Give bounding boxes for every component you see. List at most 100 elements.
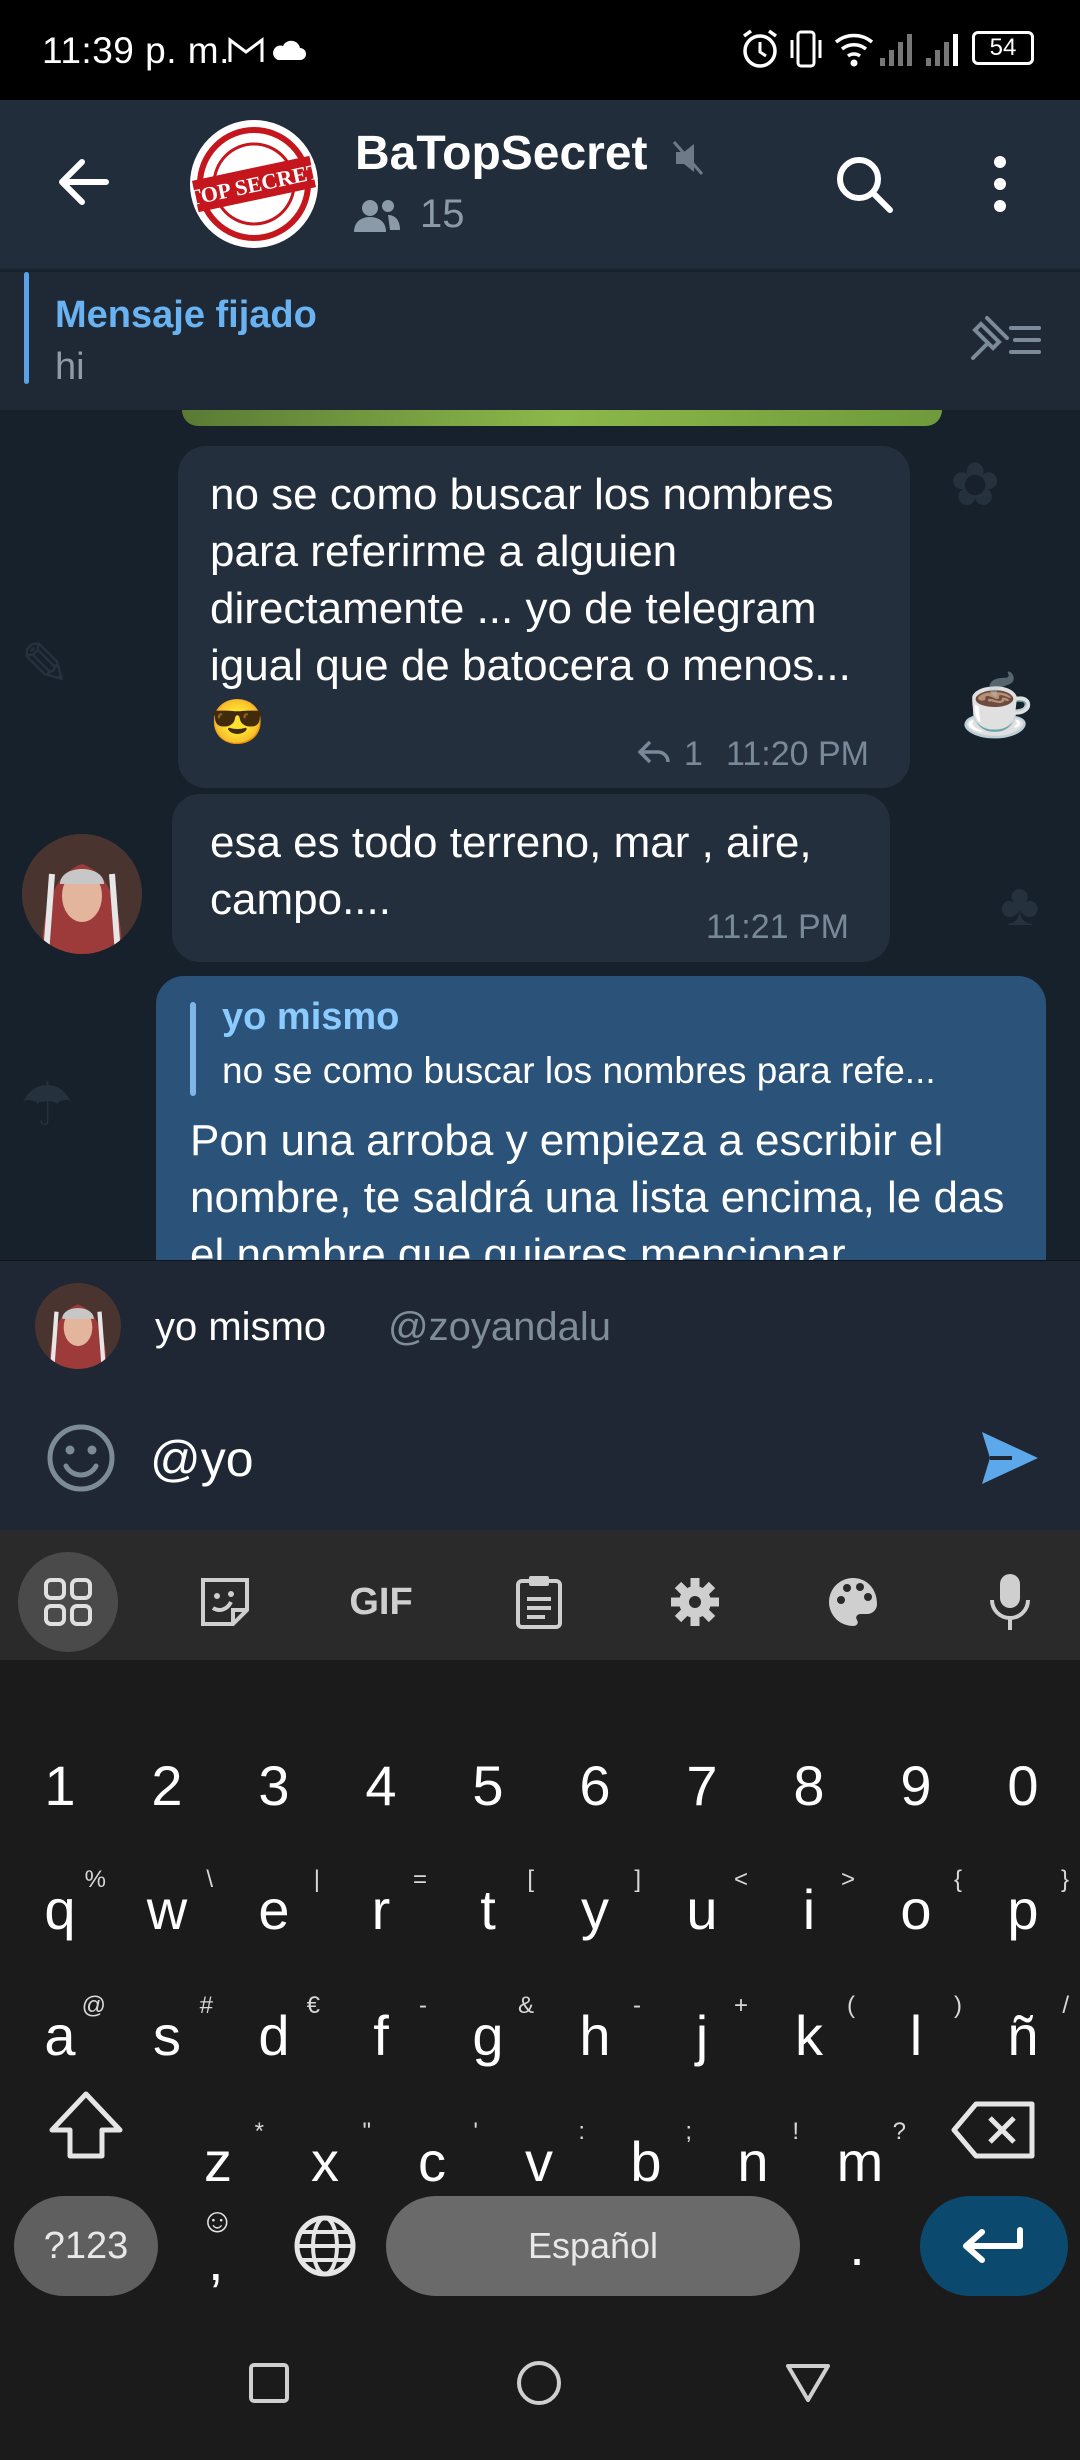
key-label: v [525,2130,553,2193]
language-key[interactable] [280,2196,370,2296]
wifi-icon [834,33,874,67]
pinned-message-bar[interactable]: Mensaje fijado hi [0,270,1080,410]
key-alt-label: ( [847,1992,855,2019]
key-k[interactable]: k( [759,1986,859,2086]
key-q[interactable]: q% [10,1860,110,1960]
gif-button[interactable]: GIF [331,1552,431,1652]
recents-icon[interactable] [246,2360,292,2406]
key-o[interactable]: o{ [866,1860,966,1960]
backspace-icon [951,2101,1035,2159]
key-1[interactable]: 1 [10,1736,110,1836]
message-bubble[interactable]: no se como buscar los nombres para refer… [178,446,910,788]
key-0[interactable]: 0 [973,1736,1073,1836]
enter-key[interactable] [920,2196,1068,2296]
key-e[interactable]: e | [224,1860,324,1960]
key-label: 6 [579,1754,611,1817]
sender-avatar[interactable] [22,834,142,954]
key-label: b [630,2130,662,2193]
reply-quote-text[interactable]: no se como buscar los nombres para refe.… [222,1050,936,1092]
key-9[interactable]: 9 [866,1736,966,1836]
background-doodle: ♣ [1000,871,1040,938]
space-bar[interactable]: Español [386,2196,800,2296]
key-r[interactable]: r = [331,1860,431,1960]
message-list[interactable]: ✿ ✎ ☕ ✦ ♣ ❀ ☂ no se como buscar los nomb… [0,410,1080,1260]
back-arrow-icon[interactable] [52,150,116,214]
key-6[interactable]: 6 [545,1736,645,1836]
key-3[interactable]: 3 [224,1736,324,1836]
clipboard-button[interactable] [489,1552,589,1652]
settings-button[interactable] [645,1552,745,1652]
key-alt-label: - [633,1992,641,2019]
key-y[interactable]: y] [545,1860,645,1960]
background-doodle: ✎ [20,631,71,698]
key-l[interactable]: l) [866,1986,966,2086]
message-bubble[interactable]: esa es todo terreno, mar , aire, campo..… [172,794,890,962]
symbols-key[interactable]: ?123 [14,2196,158,2296]
reply-count: 1 [684,735,703,773]
key-w[interactable]: w \ [117,1860,217,1960]
back-icon[interactable] [784,2360,832,2404]
key-t[interactable]: t[ [438,1860,538,1960]
muted-icon [672,141,704,175]
pinned-list-icon[interactable] [965,310,1045,370]
search-icon[interactable] [832,152,896,216]
reply-quote-name[interactable]: yo mismo [222,996,399,1039]
shift-key[interactable] [36,2080,136,2180]
navigation-bar [0,2310,1080,2460]
sticker-button[interactable] [175,1552,275,1652]
battery-indicator: 54 [972,31,1034,65]
key-label: u [686,1878,718,1941]
key-p[interactable]: p} [973,1860,1073,1960]
group-avatar[interactable]: TOP SECRET [190,120,318,248]
key-label: x [311,2130,339,2193]
mention-suggestion[interactable]: yo mismo @zoyandalu [0,1260,1080,1390]
backspace-key[interactable] [944,2080,1044,2180]
key-5[interactable]: 5 [438,1736,538,1836]
more-menu-icon[interactable] [990,152,1010,216]
key-s[interactable]: s # [117,1986,217,2086]
background-doodle: ☂ [20,1071,74,1138]
pinned-title: Mensaje fijado [55,294,317,336]
key-u[interactable]: u < [652,1860,752,1960]
key-label: c [418,2130,446,2193]
key-label: w [146,1878,188,1941]
mention-username: @zoyandalu [388,1305,611,1349]
key-alt-label: # [199,1992,213,2019]
apps-grid-button[interactable] [18,1552,118,1652]
key-f[interactable]: f- [331,1986,431,2086]
outgoing-message-bubble[interactable]: yo mismo no se como buscar los nombres p… [156,976,1046,1260]
home-icon[interactable] [514,2358,564,2408]
status-time: 11:39 p. m. [42,30,230,71]
key-8[interactable]: 8 [759,1736,859,1836]
theme-button[interactable] [803,1552,903,1652]
key-alt-label: = [412,1866,427,1893]
mention-name: yo mismo [155,1305,327,1349]
chat-title[interactable]: BaTopSecret [355,126,648,181]
key-label: 1 [44,1754,76,1817]
key-h[interactable]: h- [545,1986,645,2086]
clipboard-icon [516,1576,562,1629]
key-label: ñ [1007,2004,1039,2067]
key-i[interactable]: i > [759,1860,859,1960]
message-text: no se como buscar los nombres para refer… [210,470,851,747]
image-preview-edge [182,410,942,426]
key-j[interactable]: j + [652,1986,752,2086]
key-ñ[interactable]: ñ / [973,1986,1073,2086]
voice-input-button[interactable] [960,1552,1060,1652]
period-key[interactable]: . [812,2196,902,2296]
comma-key[interactable]: ☺ , [178,2196,268,2296]
key-d[interactable]: d € [224,1986,324,2086]
keyboard-toolbar: GIF [0,1530,1080,1660]
key-label: t [480,1878,496,1941]
message-input[interactable]: @yo [150,1430,254,1488]
key-a[interactable]: a @ [10,1986,110,2086]
key-g[interactable]: g & [438,1986,538,2086]
key-alt-label: - [419,1992,427,2019]
send-icon[interactable] [978,1426,1042,1490]
key-2[interactable]: 2 [117,1736,217,1836]
key-alt-label: } [1060,1866,1069,1893]
key-label: o [900,1878,932,1941]
emoji-icon[interactable] [45,1422,117,1494]
key-7[interactable]: 7 [652,1736,752,1836]
key-4[interactable]: 4 [331,1736,431,1836]
